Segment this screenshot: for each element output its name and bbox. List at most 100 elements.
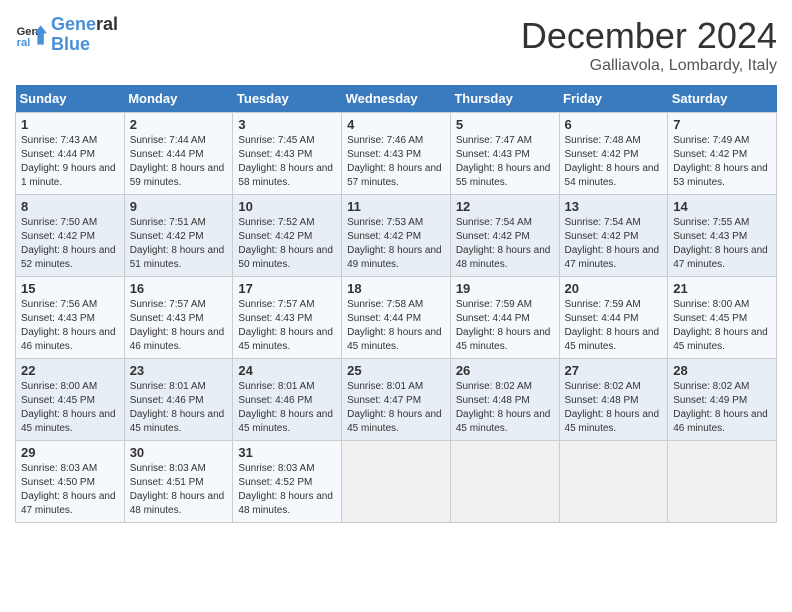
calendar-day-cell: 6 Sunrise: 7:48 AM Sunset: 4:42 PM Dayli… [559, 113, 668, 195]
day-info: Sunrise: 7:46 AM Sunset: 4:43 PM Dayligh… [347, 134, 445, 190]
day-number: 22 [21, 363, 119, 378]
day-number: 9 [130, 199, 228, 214]
calendar-header: SundayMondayTuesdayWednesdayThursdayFrid… [16, 85, 777, 113]
calendar-day-cell: 8 Sunrise: 7:50 AM Sunset: 4:42 PM Dayli… [16, 195, 125, 277]
day-number: 1 [21, 117, 119, 132]
calendar-day-cell: 15 Sunrise: 7:56 AM Sunset: 4:43 PM Dayl… [16, 277, 125, 359]
logo-text: GeneralBlue [51, 15, 118, 55]
day-info: Sunrise: 7:55 AM Sunset: 4:43 PM Dayligh… [673, 216, 771, 272]
day-info: Sunrise: 8:01 AM Sunset: 4:47 PM Dayligh… [347, 380, 445, 436]
calendar-day-cell: 14 Sunrise: 7:55 AM Sunset: 4:43 PM Dayl… [668, 195, 777, 277]
day-number: 17 [238, 281, 336, 296]
calendar-day-cell: 26 Sunrise: 8:02 AM Sunset: 4:48 PM Dayl… [450, 359, 559, 441]
calendar-day-cell: 7 Sunrise: 7:49 AM Sunset: 4:42 PM Dayli… [668, 113, 777, 195]
day-info: Sunrise: 7:57 AM Sunset: 4:43 PM Dayligh… [130, 298, 228, 354]
calendar-day-cell [559, 441, 668, 523]
weekday-header-tuesday: Tuesday [233, 85, 342, 113]
weekday-header-sunday: Sunday [16, 85, 125, 113]
weekday-header-monday: Monday [124, 85, 233, 113]
day-info: Sunrise: 7:43 AM Sunset: 4:44 PM Dayligh… [21, 134, 119, 190]
day-info: Sunrise: 8:02 AM Sunset: 4:49 PM Dayligh… [673, 380, 771, 436]
day-info: Sunrise: 7:44 AM Sunset: 4:44 PM Dayligh… [130, 134, 228, 190]
month-title: December 2024 [521, 15, 777, 57]
calendar-day-cell: 2 Sunrise: 7:44 AM Sunset: 4:44 PM Dayli… [124, 113, 233, 195]
weekday-header-friday: Friday [559, 85, 668, 113]
logo-icon: Gene ral [15, 19, 47, 51]
calendar-day-cell: 25 Sunrise: 8:01 AM Sunset: 4:47 PM Dayl… [342, 359, 451, 441]
day-info: Sunrise: 8:01 AM Sunset: 4:46 PM Dayligh… [238, 380, 336, 436]
calendar-day-cell: 28 Sunrise: 8:02 AM Sunset: 4:49 PM Dayl… [668, 359, 777, 441]
day-number: 14 [673, 199, 771, 214]
day-info: Sunrise: 7:56 AM Sunset: 4:43 PM Dayligh… [21, 298, 119, 354]
day-number: 8 [21, 199, 119, 214]
calendar-week-row: 15 Sunrise: 7:56 AM Sunset: 4:43 PM Dayl… [16, 277, 777, 359]
calendar-day-cell: 13 Sunrise: 7:54 AM Sunset: 4:42 PM Dayl… [559, 195, 668, 277]
day-info: Sunrise: 7:58 AM Sunset: 4:44 PM Dayligh… [347, 298, 445, 354]
calendar-day-cell: 21 Sunrise: 8:00 AM Sunset: 4:45 PM Dayl… [668, 277, 777, 359]
page-header: Gene ral GeneralBlue December 2024 Galli… [15, 15, 777, 75]
day-number: 27 [565, 363, 663, 378]
day-number: 19 [456, 281, 554, 296]
calendar-day-cell: 18 Sunrise: 7:58 AM Sunset: 4:44 PM Dayl… [342, 277, 451, 359]
calendar-day-cell: 17 Sunrise: 7:57 AM Sunset: 4:43 PM Dayl… [233, 277, 342, 359]
calendar-day-cell: 1 Sunrise: 7:43 AM Sunset: 4:44 PM Dayli… [16, 113, 125, 195]
calendar-week-row: 8 Sunrise: 7:50 AM Sunset: 4:42 PM Dayli… [16, 195, 777, 277]
day-number: 6 [565, 117, 663, 132]
day-info: Sunrise: 8:02 AM Sunset: 4:48 PM Dayligh… [565, 380, 663, 436]
calendar-day-cell [668, 441, 777, 523]
day-info: Sunrise: 7:54 AM Sunset: 4:42 PM Dayligh… [456, 216, 554, 272]
day-info: Sunrise: 7:52 AM Sunset: 4:42 PM Dayligh… [238, 216, 336, 272]
day-info: Sunrise: 7:59 AM Sunset: 4:44 PM Dayligh… [456, 298, 554, 354]
day-info: Sunrise: 7:54 AM Sunset: 4:42 PM Dayligh… [565, 216, 663, 272]
calendar-day-cell: 9 Sunrise: 7:51 AM Sunset: 4:42 PM Dayli… [124, 195, 233, 277]
calendar-day-cell: 30 Sunrise: 8:03 AM Sunset: 4:51 PM Dayl… [124, 441, 233, 523]
day-number: 4 [347, 117, 445, 132]
logo: Gene ral GeneralBlue [15, 15, 118, 55]
day-number: 5 [456, 117, 554, 132]
calendar-week-row: 29 Sunrise: 8:03 AM Sunset: 4:50 PM Dayl… [16, 441, 777, 523]
location-subtitle: Galliavola, Lombardy, Italy [521, 57, 777, 75]
day-info: Sunrise: 7:53 AM Sunset: 4:42 PM Dayligh… [347, 216, 445, 272]
day-number: 15 [21, 281, 119, 296]
day-info: Sunrise: 8:03 AM Sunset: 4:50 PM Dayligh… [21, 462, 119, 518]
calendar-day-cell: 31 Sunrise: 8:03 AM Sunset: 4:52 PM Dayl… [233, 441, 342, 523]
day-number: 23 [130, 363, 228, 378]
day-number: 13 [565, 199, 663, 214]
day-number: 11 [347, 199, 445, 214]
day-info: Sunrise: 8:01 AM Sunset: 4:46 PM Dayligh… [130, 380, 228, 436]
day-number: 26 [456, 363, 554, 378]
weekday-header-wednesday: Wednesday [342, 85, 451, 113]
calendar-day-cell: 24 Sunrise: 8:01 AM Sunset: 4:46 PM Dayl… [233, 359, 342, 441]
calendar-body: 1 Sunrise: 7:43 AM Sunset: 4:44 PM Dayli… [16, 113, 777, 523]
day-number: 28 [673, 363, 771, 378]
day-number: 20 [565, 281, 663, 296]
calendar-day-cell: 23 Sunrise: 8:01 AM Sunset: 4:46 PM Dayl… [124, 359, 233, 441]
day-number: 10 [238, 199, 336, 214]
weekday-header-thursday: Thursday [450, 85, 559, 113]
calendar-day-cell: 27 Sunrise: 8:02 AM Sunset: 4:48 PM Dayl… [559, 359, 668, 441]
day-number: 18 [347, 281, 445, 296]
day-info: Sunrise: 7:45 AM Sunset: 4:43 PM Dayligh… [238, 134, 336, 190]
day-number: 2 [130, 117, 228, 132]
day-number: 21 [673, 281, 771, 296]
calendar-day-cell: 3 Sunrise: 7:45 AM Sunset: 4:43 PM Dayli… [233, 113, 342, 195]
day-info: Sunrise: 7:51 AM Sunset: 4:42 PM Dayligh… [130, 216, 228, 272]
day-number: 3 [238, 117, 336, 132]
day-number: 16 [130, 281, 228, 296]
day-info: Sunrise: 7:50 AM Sunset: 4:42 PM Dayligh… [21, 216, 119, 272]
day-info: Sunrise: 7:49 AM Sunset: 4:42 PM Dayligh… [673, 134, 771, 190]
calendar-day-cell: 22 Sunrise: 8:00 AM Sunset: 4:45 PM Dayl… [16, 359, 125, 441]
calendar-day-cell: 29 Sunrise: 8:03 AM Sunset: 4:50 PM Dayl… [16, 441, 125, 523]
calendar-week-row: 22 Sunrise: 8:00 AM Sunset: 4:45 PM Dayl… [16, 359, 777, 441]
day-info: Sunrise: 8:02 AM Sunset: 4:48 PM Dayligh… [456, 380, 554, 436]
day-number: 7 [673, 117, 771, 132]
day-info: Sunrise: 7:59 AM Sunset: 4:44 PM Dayligh… [565, 298, 663, 354]
day-number: 30 [130, 445, 228, 460]
day-info: Sunrise: 8:00 AM Sunset: 4:45 PM Dayligh… [673, 298, 771, 354]
calendar-day-cell [342, 441, 451, 523]
calendar-day-cell: 12 Sunrise: 7:54 AM Sunset: 4:42 PM Dayl… [450, 195, 559, 277]
day-number: 25 [347, 363, 445, 378]
calendar-table: SundayMondayTuesdayWednesdayThursdayFrid… [15, 85, 777, 523]
calendar-day-cell [450, 441, 559, 523]
calendar-day-cell: 20 Sunrise: 7:59 AM Sunset: 4:44 PM Dayl… [559, 277, 668, 359]
